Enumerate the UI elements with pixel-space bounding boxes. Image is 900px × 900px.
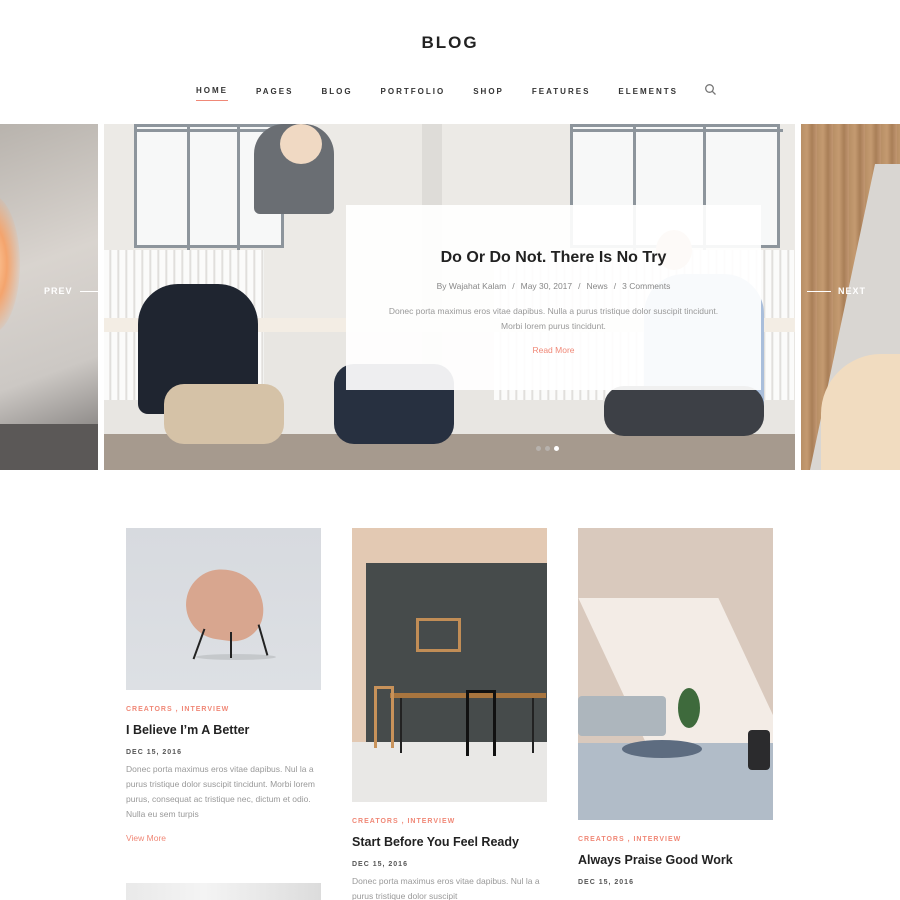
arrow-line-icon bbox=[79, 290, 104, 292]
post-title[interactable]: Always Praise Good Work bbox=[578, 853, 773, 867]
category-link[interactable]: INTERVIEW bbox=[181, 706, 229, 713]
post-categories: CREATORS , INTERVIEW bbox=[352, 818, 456, 825]
post-image-partial[interactable] bbox=[126, 883, 321, 900]
post-image-dining[interactable] bbox=[352, 528, 547, 802]
nav-item-blog[interactable]: BLOG bbox=[321, 87, 352, 101]
category-link[interactable]: CREATORS bbox=[352, 818, 399, 825]
slide-comments[interactable]: 3 Comments bbox=[622, 281, 670, 291]
slider-dots bbox=[534, 446, 561, 451]
post-date: DEC 15, 2016 bbox=[352, 861, 408, 868]
post-card: CREATORS , INTERVIEW Start Before You Fe… bbox=[352, 528, 547, 900]
nav-item-home[interactable]: HOME bbox=[196, 86, 229, 101]
post-title[interactable]: I Believe I’m A Better bbox=[126, 723, 321, 737]
slide-date: May 30, 2017 bbox=[520, 281, 573, 291]
nav-item-elements[interactable]: ELEMENTS bbox=[618, 87, 678, 101]
hero-slider: Do Or Do Not. There Is No Try By Wajahat… bbox=[0, 124, 900, 470]
slide-main-image: Do Or Do Not. There Is No Try By Wajahat… bbox=[104, 124, 795, 470]
post-image-chair[interactable] bbox=[126, 528, 321, 690]
slide-preview-left bbox=[0, 124, 98, 470]
nav-item-portfolio[interactable]: PORTFOLIO bbox=[381, 87, 446, 101]
person-head bbox=[280, 124, 322, 164]
next-label: NEXT bbox=[838, 286, 867, 296]
category-link[interactable]: CREATORS bbox=[126, 706, 173, 713]
slider-dot[interactable] bbox=[545, 446, 550, 451]
slide-meta: By Wajahat Kalam / May 30, 2017/News/3 Com… bbox=[436, 281, 671, 291]
search-icon[interactable] bbox=[704, 83, 718, 97]
post-date: DEC 15, 2016 bbox=[578, 879, 634, 886]
read-more-link[interactable]: Read More bbox=[532, 345, 574, 355]
nav-item-shop[interactable]: SHOP bbox=[473, 87, 504, 101]
slider-next-button[interactable]: NEXT bbox=[800, 286, 866, 296]
post-excerpt: Donec porta maximus eros vitae dapibus. … bbox=[352, 876, 540, 900]
view-more-link[interactable]: View More bbox=[126, 833, 321, 843]
slider-prev-button[interactable]: PREV bbox=[44, 286, 111, 296]
post-date: DEC 15, 2016 bbox=[126, 749, 182, 756]
shelf bbox=[416, 618, 461, 652]
chair bbox=[466, 690, 496, 756]
post-card: CREATORS , INTERVIEW Always Praise Good … bbox=[578, 528, 773, 886]
slide-preview-right bbox=[801, 124, 900, 470]
post-title[interactable]: Start Before You Feel Ready bbox=[352, 835, 547, 849]
post-card: CREATORS , INTERVIEW I Believe I’m A Bet… bbox=[126, 528, 321, 843]
slide-category[interactable]: News bbox=[587, 281, 608, 291]
post-image-attic-room[interactable] bbox=[578, 528, 773, 820]
chair bbox=[181, 564, 269, 646]
post-categories: CREATORS , INTERVIEW bbox=[126, 706, 230, 713]
plant bbox=[678, 688, 700, 728]
category-link[interactable]: INTERVIEW bbox=[633, 836, 681, 843]
prev-label: PREV bbox=[44, 286, 73, 296]
category-link[interactable]: CREATORS bbox=[578, 836, 625, 843]
nav-item-pages[interactable]: PAGES bbox=[256, 87, 293, 101]
sofa bbox=[578, 696, 666, 736]
slide-floor bbox=[0, 424, 98, 470]
main-nav: HOME PAGES BLOG PORTFOLIO SHOP FEATURES … bbox=[0, 83, 900, 101]
arrow-line-icon bbox=[807, 290, 831, 292]
nav-item-features[interactable]: FEATURES bbox=[532, 87, 591, 101]
post-categories: CREATORS , INTERVIEW bbox=[578, 836, 682, 843]
category-link[interactable]: INTERVIEW bbox=[407, 818, 455, 825]
site-header: BLOG HOME PAGES BLOG PORTFOLIO SHOP FEAT… bbox=[0, 0, 900, 124]
slider-dot-active[interactable] bbox=[554, 446, 559, 451]
lamp-glow bbox=[0, 194, 20, 334]
slide-title[interactable]: Do Or Do Not. There Is No Try bbox=[346, 249, 761, 267]
slide-excerpt: Donec porta maximus eros vitae dapibus. … bbox=[388, 306, 719, 331]
site-logo[interactable]: BLOG bbox=[0, 33, 900, 53]
coffee-table bbox=[622, 740, 702, 758]
chair bbox=[374, 686, 394, 748]
post-excerpt: Donec porta maximus eros vitae dapibus. … bbox=[126, 764, 315, 819]
slider-dot[interactable] bbox=[536, 446, 541, 451]
slide-caption-card: Do Or Do Not. There Is No Try By Wajahat… bbox=[346, 205, 761, 390]
slide-author[interactable]: By Wajahat Kalam bbox=[437, 281, 507, 291]
